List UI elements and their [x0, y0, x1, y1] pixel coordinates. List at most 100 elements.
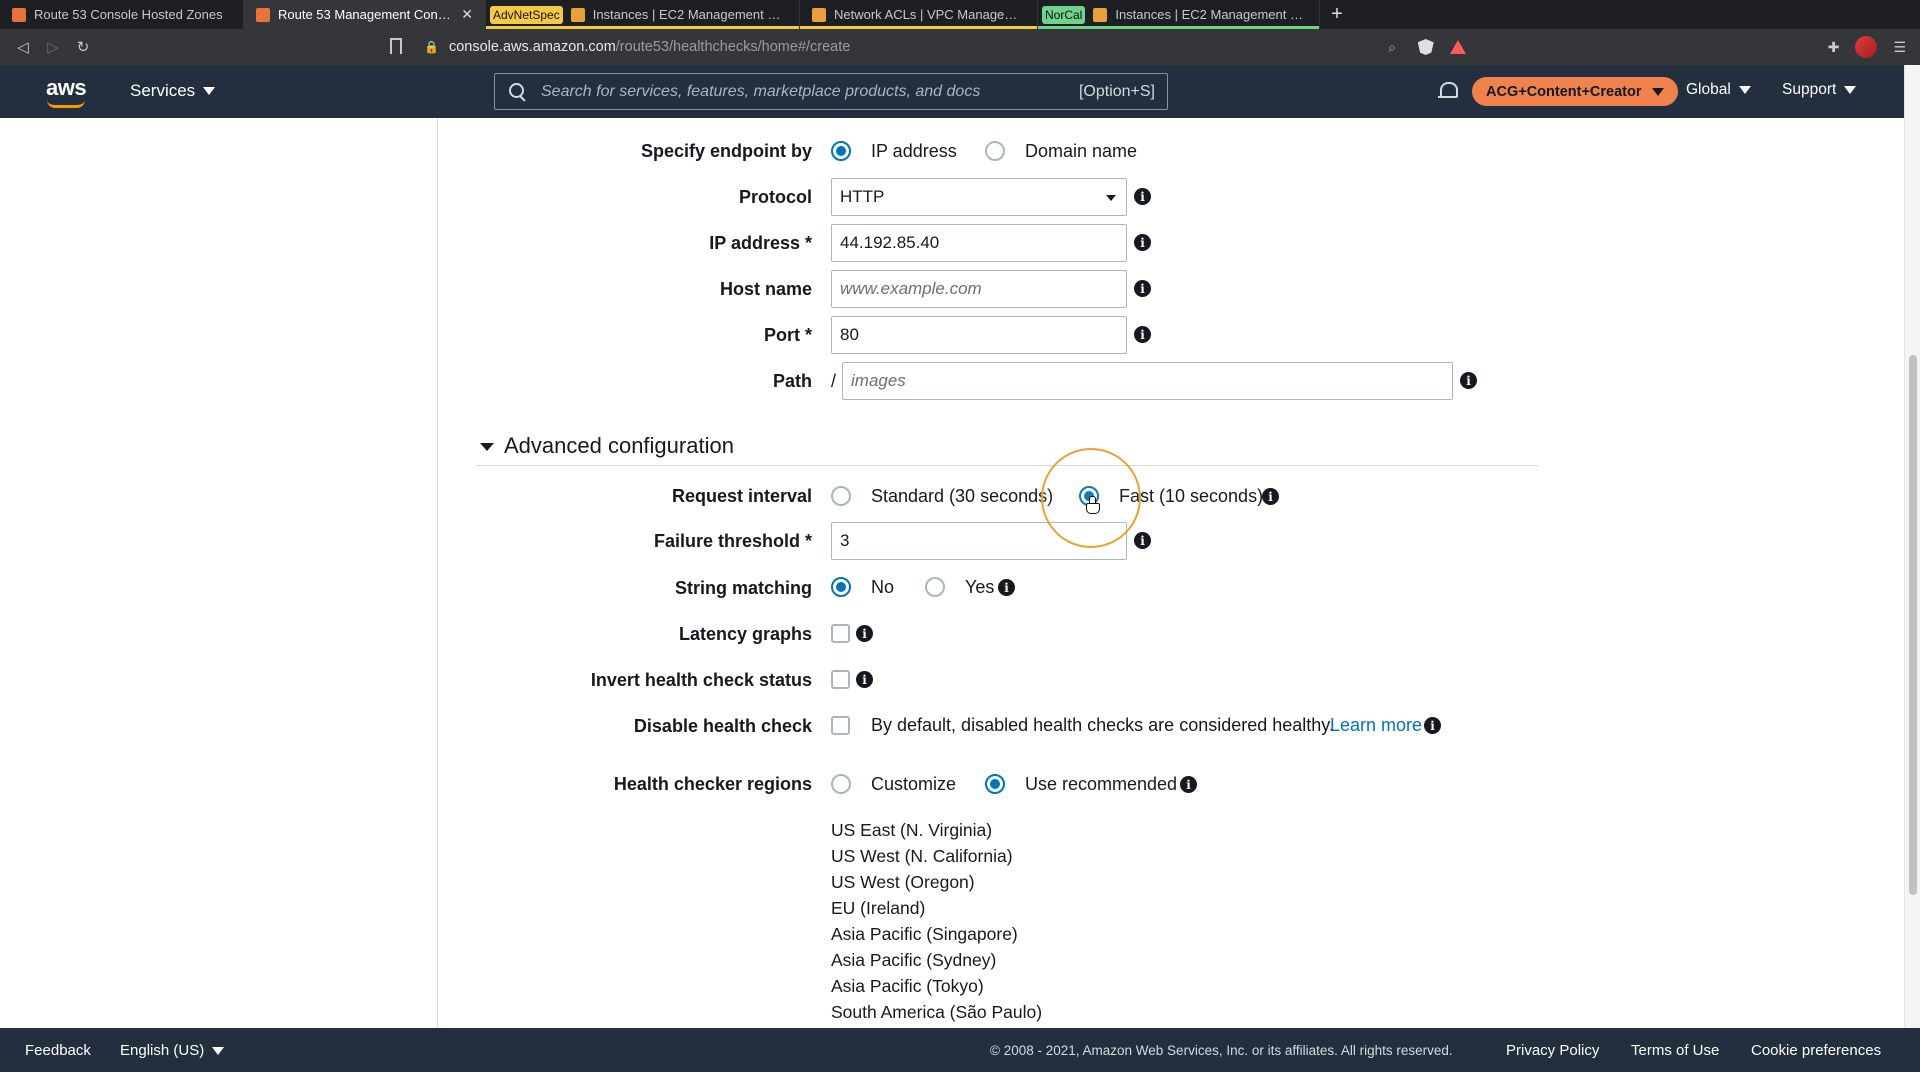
info-icon[interactable]: i [1134, 280, 1151, 297]
list-item: South America (São Paulo) [831, 1002, 1043, 1022]
disable-check-checkbox[interactable] [831, 716, 850, 735]
browser-tab-active[interactable]: Route 53 Management Console ✕ [244, 0, 486, 29]
protocol-select[interactable]: HTTP [831, 178, 1127, 216]
tab-group-label[interactable]: NorCal [1042, 5, 1086, 24]
reload-icon[interactable]: ↻ [68, 32, 98, 62]
tab-label: Instances | EC2 Management Cons [592, 7, 787, 22]
failure-threshold-label: Failure threshold * [653, 531, 812, 551]
list-item: Asia Pacific (Sydney) [831, 950, 997, 970]
browser-tab[interactable]: NorCal Instances | EC2 Management Cons [1038, 0, 1320, 29]
zoom-icon[interactable]: ⌕ [1388, 39, 1396, 56]
port-label: Port * [763, 325, 812, 345]
regions-customize-radio[interactable] [831, 774, 851, 794]
path-field[interactable] [842, 362, 1453, 400]
interval-fast-option[interactable]: Fast (10 seconds) [1119, 486, 1263, 507]
browser-tab[interactable]: AdvNetSpec Instances | EC2 Management Co… [486, 0, 800, 29]
profile-avatar[interactable] [1855, 36, 1878, 58]
close-tab-icon[interactable]: ✕ [461, 6, 473, 23]
region-menu-button[interactable]: Global [1686, 81, 1751, 99]
string-matching-yes-radio[interactable] [925, 577, 945, 597]
request-interval-label: Request interval [671, 486, 812, 506]
service-search-box[interactable]: [Option+S] [494, 73, 1168, 110]
info-icon[interactable]: i [1134, 532, 1151, 549]
account-menu-button[interactable]: ACG+Content+Creator [1472, 77, 1678, 106]
endpoint-ip-radio[interactable] [831, 141, 851, 161]
checker-regions-label: Health checker regions [613, 774, 812, 794]
info-icon[interactable]: i [856, 671, 873, 688]
info-icon[interactable]: i [1424, 717, 1441, 734]
string-matching-no-option[interactable]: No [871, 577, 894, 598]
regions-customize-option[interactable]: Customize [871, 774, 956, 795]
endpoint-domain-option[interactable]: Domain name [1025, 141, 1137, 162]
tab-label: Route 53 Management Console [278, 7, 452, 22]
protocol-value: HTTP [840, 187, 885, 206]
cookie-preferences-link[interactable]: Cookie preferences [1751, 1042, 1881, 1059]
learn-more-link[interactable]: Learn more [1330, 715, 1422, 736]
search-input[interactable] [541, 82, 1079, 101]
string-matching-no-radio[interactable] [831, 577, 851, 597]
interval-fast-radio[interactable] [1079, 486, 1099, 506]
path-input[interactable] [851, 371, 1452, 391]
latency-graphs-checkbox[interactable] [831, 624, 850, 643]
port-input[interactable] [840, 325, 1126, 345]
disable-check-description: By default, disabled health checks are c… [871, 715, 1334, 735]
port-field[interactable] [831, 316, 1127, 354]
latency-graphs-label: Latency graphs [678, 624, 812, 644]
services-menu-button[interactable]: Services [130, 81, 216, 101]
regions-recommended-radio[interactable] [985, 774, 1005, 794]
brave-rewards-icon[interactable] [1449, 40, 1466, 54]
forward-icon[interactable]: ▷ [38, 32, 68, 62]
info-icon[interactable]: i [856, 625, 873, 642]
new-tab-icon[interactable]: + [1320, 0, 1354, 29]
extensions-area: ✚ ☰ [1417, 29, 1906, 65]
failure-threshold-field[interactable] [831, 522, 1127, 560]
info-icon[interactable]: i [1262, 488, 1279, 505]
bookmark-icon[interactable] [390, 38, 402, 54]
host-name-field[interactable] [831, 270, 1127, 308]
info-icon[interactable]: i [1460, 372, 1477, 389]
info-icon[interactable]: i [1180, 776, 1197, 793]
extensions-icon[interactable]: ✚ [1828, 39, 1840, 56]
advanced-config-toggle[interactable]: Advanced configuration [504, 433, 734, 459]
language-selector[interactable]: English (US) [120, 1042, 225, 1059]
browser-tab[interactable]: Network ACLs | VPC Management C [800, 0, 1038, 29]
endpoint-ip-option[interactable]: IP address [871, 141, 957, 162]
failure-threshold-input[interactable] [840, 531, 1126, 551]
invert-status-checkbox[interactable] [831, 670, 850, 689]
protocol-label: Protocol [738, 187, 812, 207]
info-icon[interactable]: i [1134, 234, 1151, 251]
interval-standard-radio[interactable] [831, 486, 851, 506]
ip-address-input[interactable] [840, 233, 1126, 253]
terms-link[interactable]: Terms of Use [1631, 1042, 1719, 1059]
disable-check-label: Disable health check [633, 716, 812, 736]
back-icon[interactable]: ◁ [8, 32, 38, 62]
browser-tab[interactable]: Route 53 Console Hosted Zones [0, 0, 244, 29]
ip-address-label: IP address * [709, 233, 812, 253]
address-bar[interactable]: 🔒 console.aws.amazon.com/route53/healthc… [424, 32, 1426, 62]
list-item: EU (Ireland) [831, 898, 926, 918]
invert-status-label: Invert health check status [590, 670, 812, 690]
route53-icon [256, 7, 270, 22]
privacy-link[interactable]: Privacy Policy [1506, 1042, 1599, 1059]
support-menu-button[interactable]: Support [1782, 81, 1857, 99]
aws-logo[interactable]: aws [46, 75, 87, 101]
string-matching-yes-option[interactable]: Yes [965, 577, 994, 598]
info-icon[interactable]: i [998, 579, 1015, 596]
endpoint-domain-radio[interactable] [985, 141, 1005, 161]
info-icon[interactable]: i [1134, 326, 1151, 343]
info-icon[interactable]: i [1134, 188, 1151, 205]
scrollbar-thumb[interactable] [1909, 355, 1917, 895]
brave-shield-icon[interactable] [1417, 39, 1434, 55]
bell-icon[interactable] [1438, 81, 1458, 101]
menu-icon[interactable]: ☰ [1893, 39, 1906, 56]
regions-recommended-option[interactable]: Use recommended [1025, 774, 1177, 795]
host-name-input[interactable] [840, 279, 1126, 299]
page-scrollbar[interactable] [1904, 65, 1920, 1028]
path-prefix: / [831, 371, 837, 391]
feedback-link[interactable]: Feedback [25, 1042, 91, 1059]
caret-down-icon[interactable] [480, 443, 494, 451]
list-item: US East (N. Virginia) [831, 820, 993, 840]
interval-standard-option[interactable]: Standard (30 seconds) [871, 486, 1053, 507]
ip-address-field[interactable] [831, 224, 1127, 262]
tab-group-label[interactable]: AdvNetSpec [490, 5, 563, 24]
